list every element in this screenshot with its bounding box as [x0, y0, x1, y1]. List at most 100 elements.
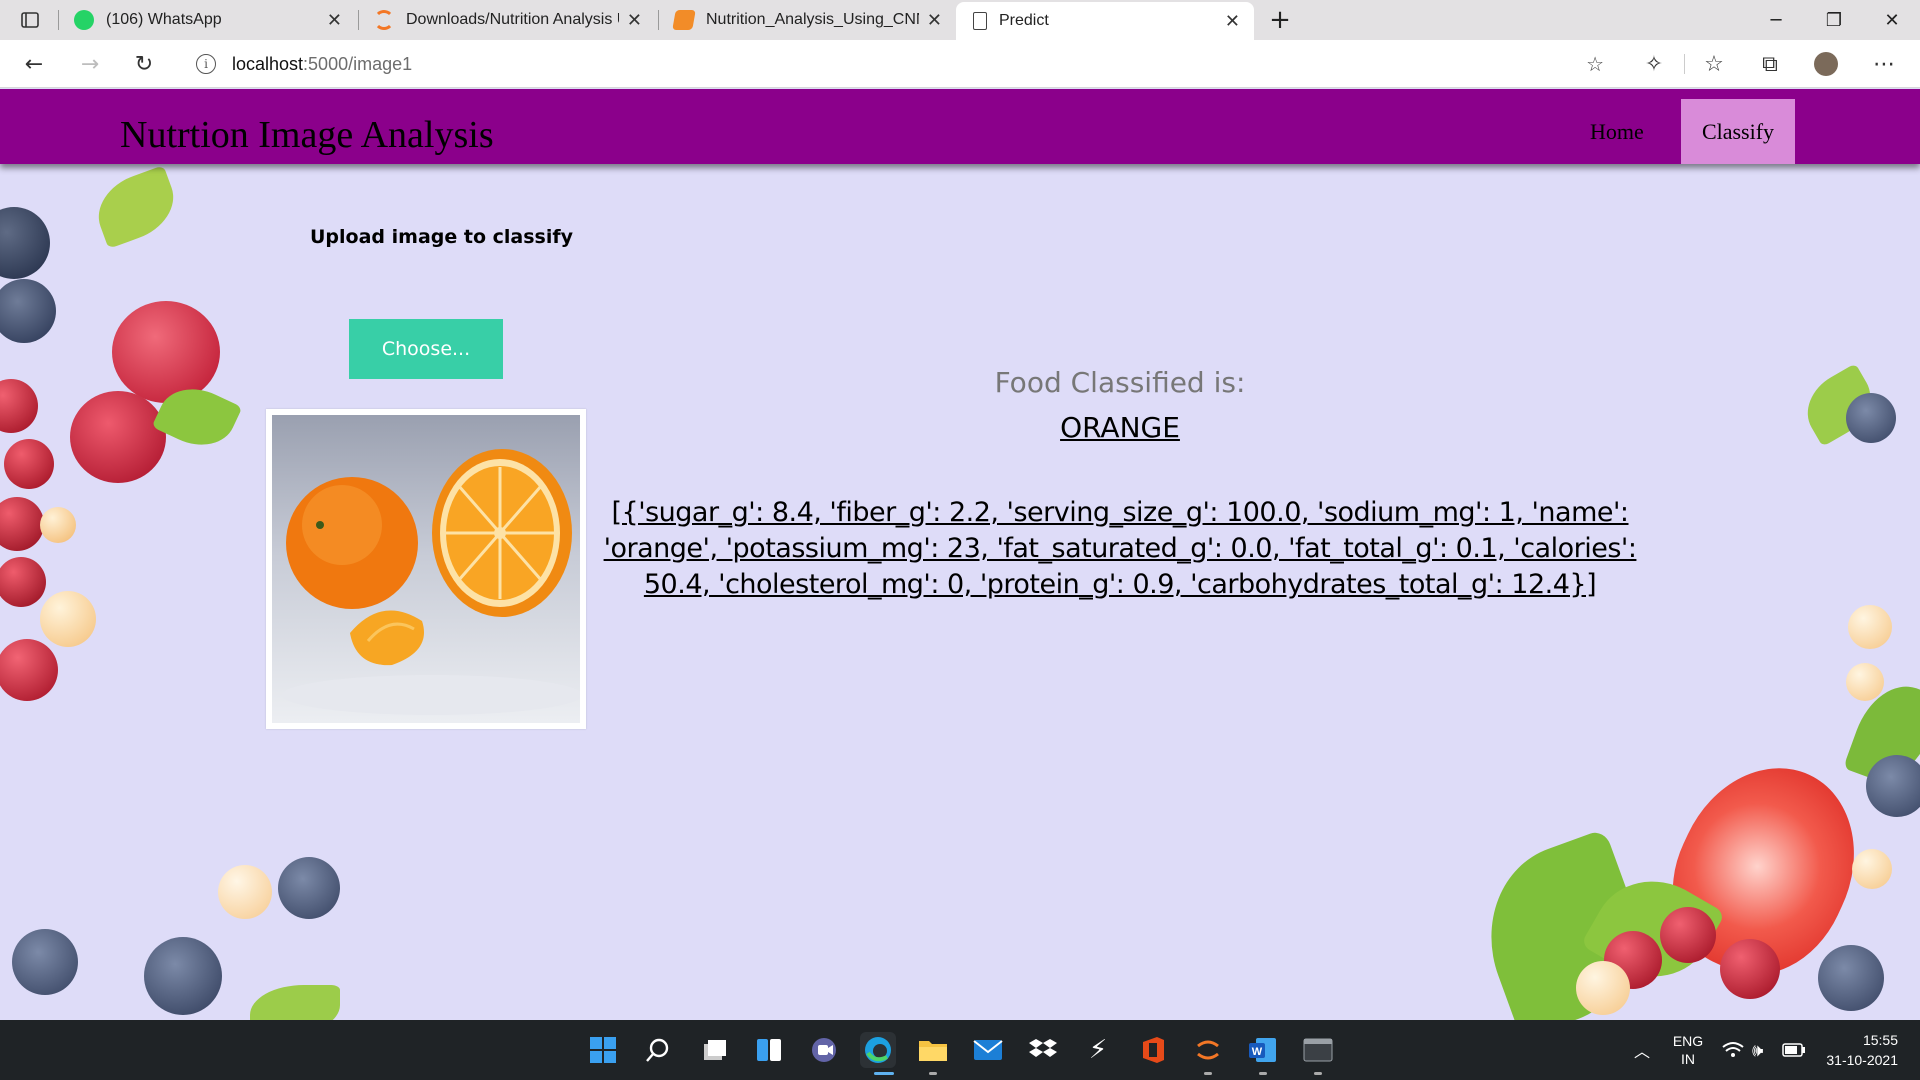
nav-classify-link[interactable]: Classify [1681, 99, 1795, 164]
language-indicator[interactable]: ENG IN [1662, 1020, 1714, 1080]
blueberry-decoration [144, 937, 222, 1015]
close-tab-icon[interactable]: ✕ [927, 10, 942, 31]
blueberry-decoration [12, 929, 78, 995]
clock[interactable]: 15:55 31-10-2021 [1818, 1020, 1898, 1080]
dropbox-icon[interactable] [1025, 1032, 1061, 1068]
blueberry-decoration [0, 207, 50, 279]
add-favorite-icon[interactable]: ☆ [1586, 52, 1604, 77]
start-icon[interactable] [585, 1032, 621, 1068]
back-icon[interactable]: ← [18, 48, 50, 80]
restore-icon[interactable]: ❐ [1806, 0, 1862, 40]
blueberry-decoration [1866, 755, 1920, 817]
jupyter-icon [374, 10, 394, 30]
wifi-icon[interactable] [1722, 1020, 1744, 1080]
tab-separator [58, 10, 59, 30]
tab-notebook[interactable]: Nutrition_Analysis_Using_CNN - ✕ [660, 0, 956, 40]
close-window-icon[interactable]: ✕ [1864, 0, 1920, 40]
currant-decoration [1660, 907, 1716, 963]
teams-chat-icon[interactable] [806, 1032, 842, 1068]
blueberry-decoration [278, 857, 340, 919]
volume-icon[interactable]: 🕪 [1752, 1020, 1763, 1080]
search-icon[interactable] [640, 1032, 676, 1068]
edge-icon[interactable] [860, 1032, 896, 1068]
running-app-indicator [1204, 1072, 1212, 1075]
close-tab-icon[interactable]: ✕ [327, 10, 342, 31]
choose-file-button[interactable]: Choose... [349, 319, 503, 379]
browser-tab-bar: (106) WhatsApp ✕ Downloads/Nutrition Ana… [0, 0, 1920, 40]
currant-decoration [1848, 605, 1892, 649]
task-view-icon[interactable] [696, 1032, 732, 1068]
site-info-icon[interactable]: i [196, 54, 216, 74]
svg-text:W: W [1252, 1046, 1263, 1058]
currant-decoration [4, 439, 54, 489]
running-app-indicator [1259, 1072, 1267, 1075]
close-tab-icon[interactable]: ✕ [1225, 11, 1240, 32]
currant-decoration [0, 497, 44, 551]
widgets-icon[interactable] [751, 1032, 787, 1068]
running-app-indicator [1314, 1072, 1322, 1075]
blueberry-decoration [1846, 393, 1896, 443]
favorites-icon[interactable]: ☆ [1698, 48, 1730, 80]
more-menu-icon[interactable]: ⋯ [1868, 48, 1900, 80]
nutrition-result: [{'sugar_g': 8.4, 'fiber_g': 2.2, 'servi… [603, 497, 1637, 600]
mint-leaf-decoration [88, 165, 184, 249]
extensions-icon[interactable]: ✧ [1638, 48, 1670, 80]
minimize-icon[interactable]: ─ [1748, 0, 1804, 40]
tab-title: (106) WhatsApp [106, 11, 222, 28]
tab-jupyter-downloads[interactable]: Downloads/Nutrition Analysis Us ✕ [360, 0, 656, 40]
collections-icon[interactable]: ⧉ [1754, 48, 1786, 80]
blueberry-decoration [1818, 945, 1884, 1011]
tab-actions-icon[interactable] [6, 0, 54, 40]
clock-time: 15:55 [1862, 1032, 1898, 1048]
active-app-indicator [874, 1072, 894, 1075]
raspberry-decoration [70, 391, 166, 483]
mail-icon[interactable] [970, 1032, 1006, 1068]
app-icon[interactable]: ⚡ [1080, 1032, 1116, 1068]
close-tab-icon[interactable]: ✕ [627, 10, 642, 31]
web-page: Nutrtion Image Analysis Home Classify Up… [0, 89, 1920, 1020]
currant-decoration [218, 865, 272, 919]
currant-decoration [1846, 663, 1884, 701]
site-header: Nutrtion Image Analysis Home Classify [0, 89, 1920, 164]
uploaded-image-preview [266, 409, 586, 729]
url-path: :5000/image1 [303, 53, 413, 74]
refresh-icon[interactable]: ↻ [128, 48, 160, 80]
address-bar[interactable]: i localhost:5000/image1 ☆ [180, 44, 1620, 84]
currant-decoration [1852, 849, 1892, 889]
battery-icon[interactable] [1782, 1020, 1806, 1080]
show-hidden-icons-icon[interactable]: ︿ [1634, 1020, 1650, 1080]
whatsapp-icon [74, 10, 94, 30]
office-icon[interactable] [1135, 1032, 1171, 1068]
currant-decoration [0, 639, 58, 701]
tab-separator [658, 10, 659, 30]
currant-decoration [40, 591, 96, 647]
tab-separator [358, 10, 359, 30]
browser-toolbar: ← → ↻ i localhost:5000/image1 ☆ ✧ ☆ ⧉ ⋯ [0, 40, 1920, 88]
currant-decoration [0, 557, 46, 607]
file-explorer-icon[interactable] [915, 1032, 951, 1068]
clock-date: 31-10-2021 [1826, 1052, 1898, 1068]
result-class: ORANGE [1060, 411, 1180, 444]
currant-decoration [1720, 939, 1780, 999]
nav-home-link[interactable]: Home [1590, 119, 1644, 145]
tab-title: Nutrition_Analysis_Using_CNN - [706, 11, 919, 28]
upload-heading: Upload image to classify [310, 226, 573, 248]
profile-avatar[interactable] [1810, 48, 1842, 80]
mint-leaf-decoration [250, 985, 340, 1020]
running-app-indicator [929, 1072, 937, 1075]
tab-predict[interactable]: Predict ✕ [956, 2, 1254, 40]
tab-title: Downloads/Nutrition Analysis Us [406, 11, 619, 28]
word-icon[interactable]: W [1245, 1032, 1281, 1068]
tab-whatsapp[interactable]: (106) WhatsApp ✕ [60, 0, 356, 40]
result-label: Food Classified is: [994, 366, 1246, 399]
raspberry-decoration [112, 301, 220, 403]
blueberry-decoration [0, 279, 56, 343]
new-tab-icon[interactable]: + [1262, 0, 1298, 40]
currant-decoration [40, 507, 76, 543]
currant-decoration [0, 379, 38, 433]
toolbar-separator [1684, 54, 1685, 74]
jupyter-icon[interactable] [1190, 1032, 1226, 1068]
terminal-icon[interactable] [1300, 1032, 1336, 1068]
orange-photo [272, 415, 580, 723]
site-brand[interactable]: Nutrtion Image Analysis [120, 113, 494, 157]
